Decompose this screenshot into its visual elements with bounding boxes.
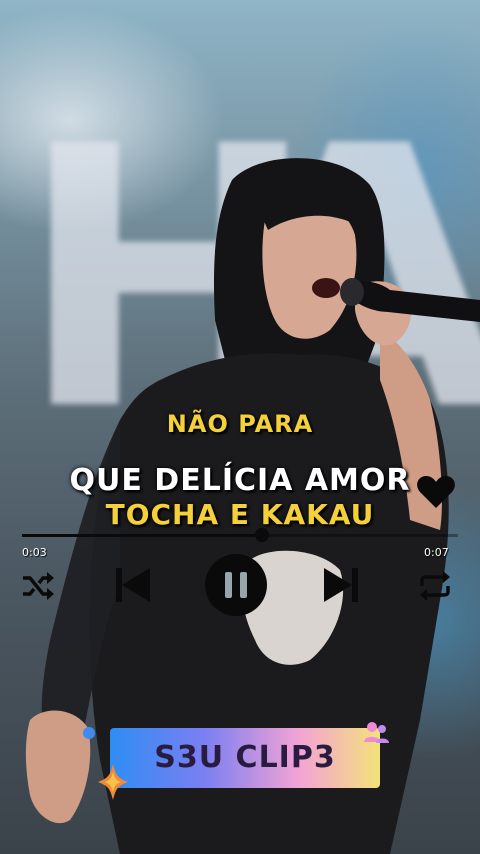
repeat-icon[interactable]: [418, 570, 452, 602]
time-elapsed: 0:03: [22, 546, 47, 559]
channel-label: S3U CLIP3: [154, 740, 336, 775]
progress-knob[interactable]: [254, 528, 269, 542]
song-subtitle: NÃO PARA: [166, 410, 314, 438]
progress-bar[interactable]: [22, 528, 458, 542]
previous-icon[interactable]: [114, 566, 152, 604]
pause-icon[interactable]: [204, 553, 268, 617]
next-icon[interactable]: [322, 566, 360, 604]
progress-fill: [22, 534, 262, 537]
shuffle-icon[interactable]: [21, 570, 55, 602]
song-title: QUE DELÍCIA AMOR: [69, 463, 411, 498]
time-total: 0:07: [424, 546, 449, 559]
sparkle-icon: [98, 764, 128, 800]
heart-icon[interactable]: [416, 474, 456, 510]
artist-name: TOCHA E KAKAU: [105, 498, 375, 531]
group-icon: [364, 722, 389, 743]
dot-icon: [83, 727, 95, 739]
channel-banner: S3U CLIP3: [110, 728, 380, 788]
